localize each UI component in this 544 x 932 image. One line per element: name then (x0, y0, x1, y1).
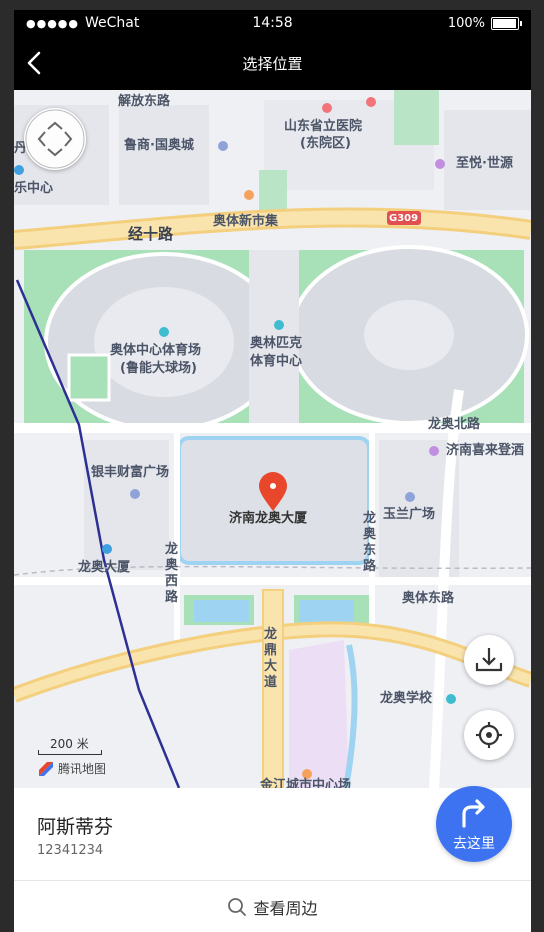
tencent-map-logo-icon (39, 761, 53, 776)
map-label: 奥体中心体育场 (110, 343, 202, 358)
pan-arrows-icon[interactable] (24, 108, 86, 170)
crosshair-icon (476, 722, 502, 748)
map-label: 鲁商·国奥城 (124, 138, 194, 153)
location-info-panel: 阿斯蒂芬 12341234 去这里 (14, 786, 531, 881)
view-nearby-label: 查看周边 (253, 898, 318, 918)
highway-badge: G309 (389, 213, 419, 224)
page-title: 选择位置 (242, 55, 303, 73)
search-icon (228, 897, 247, 916)
map-label: 奥体东路 (402, 591, 455, 606)
view-nearby-button[interactable]: 查看周边 (14, 881, 531, 932)
map-label: 经十路 (128, 225, 174, 243)
map-view[interactable]: 解放东路 山东省立医院 (东院区) 鲁商·国奥城 至悦·世源 乐中心 丹 经十路… (14, 90, 531, 788)
map-label: 乐中心 (14, 181, 54, 196)
map-label: 银丰财富广场 (91, 465, 170, 480)
map-provider: 腾讯地图 (38, 760, 106, 777)
map-label: 奥体新市集 (213, 214, 279, 229)
map-label: 龙奥北路 (428, 417, 481, 432)
map-label: 济南喜来登酒 (446, 443, 525, 458)
map-label: 体育中心 (250, 354, 303, 369)
go-here-label: 去这里 (453, 836, 495, 852)
map-label: 济南龙奥大厦 (229, 511, 308, 526)
map-label: 龙奥东路 (363, 511, 377, 574)
battery-icon (491, 17, 522, 30)
map-label: 山东省立医院 (284, 119, 363, 134)
location-name: 阿斯蒂芬 (37, 816, 114, 838)
map-label: 解放东路 (118, 94, 171, 109)
provider-label: 腾讯地图 (58, 762, 107, 776)
map-label: (鲁能大球场) (120, 361, 197, 376)
status-bar: ●●●●● WeChat 14:58 100% (14, 10, 531, 38)
map-label: 奥林匹克 (250, 336, 303, 351)
location-pin-icon (259, 472, 287, 511)
go-here-button[interactable]: 去这里 (436, 786, 512, 862)
nav-bar: 选择位置 (14, 38, 531, 90)
map-pan-control[interactable] (24, 108, 86, 170)
map-label: 龙奥西路 (165, 542, 179, 605)
map-label: 龙鼎大道 (264, 627, 278, 690)
map-label: 玉兰广场 (383, 507, 436, 522)
map-label: 龙奥学校 (380, 691, 433, 706)
phone-screen: ●●●●● WeChat 14:58 100% 选择位置 解放东路 山东省立医院… (14, 10, 531, 932)
download-icon (475, 648, 503, 672)
locate-button[interactable] (464, 710, 514, 760)
turn-right-arrow-icon (462, 799, 485, 828)
map-scale: 200 米 (38, 735, 102, 755)
map-label: (东院区) (300, 136, 351, 151)
download-button[interactable] (464, 635, 514, 685)
map-label: 金江城市中心场 (260, 778, 352, 788)
battery-percent: 100% (447, 16, 485, 31)
map-label: 龙奥大厦 (78, 560, 131, 575)
location-phone: 12341234 (37, 843, 104, 858)
map-label: 至悦·世源 (456, 156, 513, 171)
